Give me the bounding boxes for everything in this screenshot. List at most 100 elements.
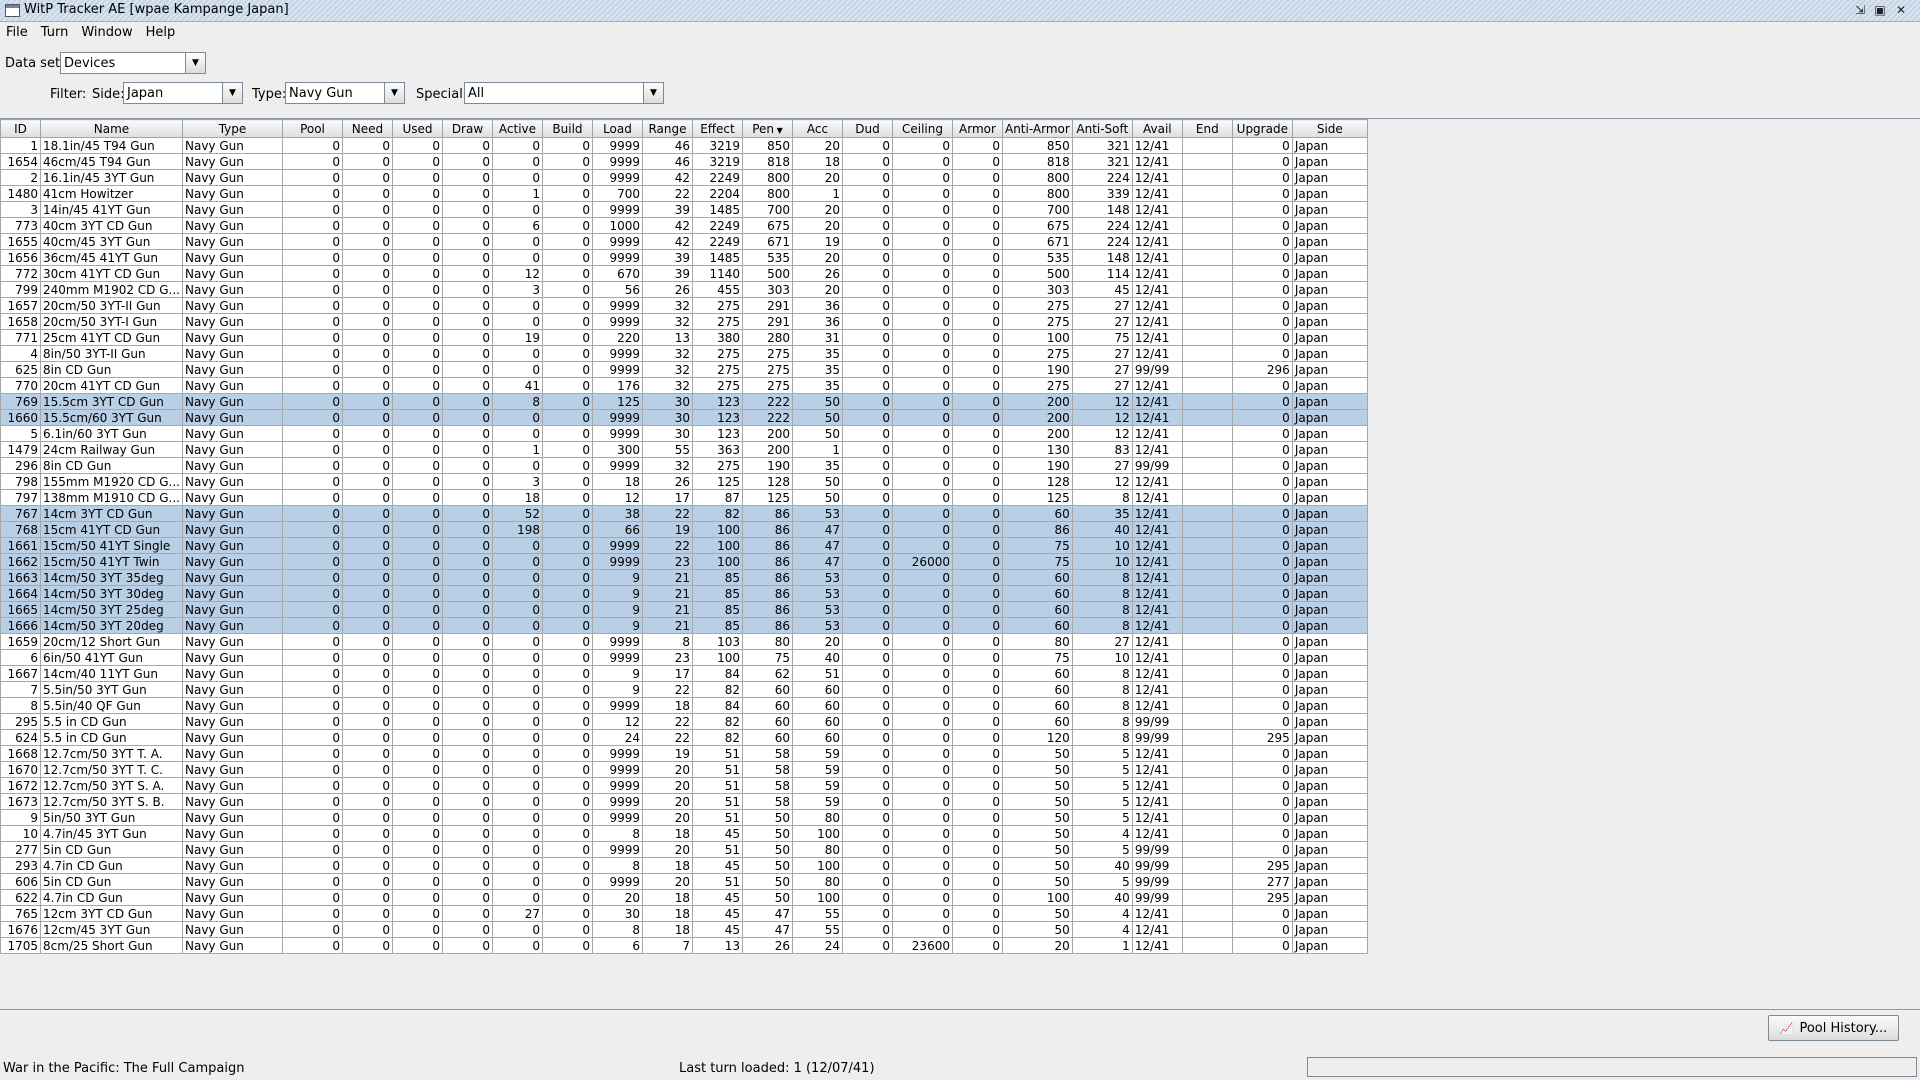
table-cell: 0 — [891, 137, 953, 154]
chevron-down-icon[interactable]: ▼ — [222, 83, 242, 103]
table-row[interactable]: 798 155mm M1920 CD G... Navy Gun 0 0 0 0 3 0 18 26… — [0, 473, 1368, 490]
column-header-avail[interactable]: Avail — [1131, 119, 1183, 138]
table-row[interactable]: 622 4.7in CD Gun Navy Gun 0 0 0 0 0 0 20 18 45 50 100… — [0, 889, 1368, 906]
column-header-used[interactable]: Used — [391, 119, 443, 138]
table-row[interactable]: 4 8in/50 3YT-II Gun Navy Gun 0 0 0 0 0 0 9999 32 27… — [0, 345, 1368, 362]
table-row[interactable]: 5 6.1in/60 3YT Gun Navy Gun 0 0 0 0 0 0 9999 30 123… — [0, 425, 1368, 442]
table-row[interactable]: 799 240mm M1902 CD G... Navy Gun 0 0 0 0 3 0 56 26… — [0, 281, 1368, 298]
column-header-need[interactable]: Need — [341, 119, 393, 138]
table-row[interactable]: 624 5.5 in CD Gun Navy Gun 0 0 0 0 0 0 24 22 82 60 60… — [0, 729, 1368, 746]
table-row[interactable]: 296 8in CD Gun Navy Gun 0 0 0 0 0 0 9999 32 275 190 3… — [0, 457, 1368, 474]
table-cell: 0 — [841, 857, 893, 874]
column-header-end[interactable]: End — [1181, 119, 1233, 138]
table-cell: 0 — [441, 185, 493, 202]
column-header-anti-soft[interactable]: Anti-Soft — [1071, 119, 1133, 138]
table-row[interactable]: 1663 14cm/50 3YT 35deg Navy Gun 0 0 0 0 0 0 9 21 85… — [0, 569, 1368, 586]
table-row[interactable]: 1660 15.5cm/60 3YT Gun Navy Gun 0 0 0 0 0 0 9999 3… — [0, 409, 1368, 426]
table-row[interactable]: 3 14in/45 41YT Gun Navy Gun 0 0 0 0 0 0 9999 39 148… — [0, 201, 1368, 218]
table-row[interactable]: 767 14cm 3YT CD Gun Navy Gun 0 0 0 0 52 0 38 22 82 8… — [0, 505, 1368, 522]
table-row[interactable]: 8 5.5in/40 QF Gun Navy Gun 0 0 0 0 0 0 9999 18 84 60… — [0, 697, 1368, 714]
table-row[interactable]: 1661 15cm/50 41YT Single Navy Gun 0 0 0 0 0 0 999… — [0, 537, 1368, 554]
table-row[interactable]: 1672 12.7cm/50 3YT S. A. Navy Gun 0 0 0 0 0 0 999… — [0, 777, 1368, 794]
table-row[interactable]: 625 8in CD Gun Navy Gun 0 0 0 0 0 0 9999 32 275 275 3… — [0, 361, 1368, 378]
column-header-pen[interactable]: Pen ▼ — [741, 119, 793, 138]
chevron-down-icon[interactable]: ▼ — [384, 83, 404, 103]
type-select[interactable]: Navy Gun ▼ — [285, 82, 405, 104]
table-row[interactable]: 277 5in CD Gun Navy Gun 0 0 0 0 0 0 9999 20 51 50 80 0… — [0, 841, 1368, 858]
special-select[interactable]: All ▼ — [464, 82, 664, 104]
table-row[interactable]: 797 138mm M1910 CD G... Navy Gun 0 0 0 0 18 0 12 1… — [0, 489, 1368, 506]
table-cell: 8 — [1071, 617, 1133, 634]
chevron-down-icon[interactable]: ▼ — [185, 53, 205, 73]
column-header-armor[interactable]: Armor — [951, 119, 1003, 138]
column-header-build[interactable]: Build — [541, 119, 593, 138]
table-row[interactable]: 1673 12.7cm/50 3YT S. B. Navy Gun 0 0 0 0 0 0 999… — [0, 793, 1368, 810]
column-header-dud[interactable]: Dud — [841, 119, 893, 138]
table-cell: 0 — [341, 393, 393, 410]
table-row[interactable]: 2 16.1in/45 3YT Gun Navy Gun 0 0 0 0 0 0 9999 42 22… — [0, 169, 1368, 186]
table-cell: 0 — [341, 937, 393, 954]
table-row[interactable]: 772 30cm 41YT CD Gun Navy Gun 0 0 0 0 12 0 670 39 1… — [0, 265, 1368, 282]
column-header-load[interactable]: Load — [591, 119, 643, 138]
column-header-acc[interactable]: Acc — [791, 119, 843, 138]
table-row[interactable]: 295 5.5 in CD Gun Navy Gun 0 0 0 0 0 0 12 22 82 60 60… — [0, 713, 1368, 730]
column-header-side[interactable]: Side — [1291, 119, 1368, 138]
devices-table-panel[interactable]: ID Name Type Pool Need Used Draw Active Build Loa… — [0, 118, 1920, 1010]
table-row[interactable]: 293 4.7in CD Gun Navy Gun 0 0 0 0 0 0 8 18 45 50 100 0… — [0, 857, 1368, 874]
menu-window[interactable]: Window — [75, 22, 139, 44]
column-header-ceiling[interactable]: Ceiling — [891, 119, 953, 138]
table-cell: 0 — [541, 633, 593, 650]
side-select[interactable]: Japan ▼ — [123, 82, 243, 104]
table-row[interactable]: 10 4.7in/45 3YT Gun Navy Gun 0 0 0 0 0 0 8 18 45 50 1… — [0, 825, 1368, 842]
table-row[interactable]: 769 15.5cm 3YT CD Gun Navy Gun 0 0 0 0 8 0 125 30 1… — [0, 393, 1368, 410]
table-row[interactable]: 1705 8cm/25 Short Gun Navy Gun 0 0 0 0 0 0 6 7 13 26… — [0, 937, 1368, 954]
table-row[interactable]: 1665 14cm/50 3YT 25deg Navy Gun 0 0 0 0 0 0 9 21 85… — [0, 601, 1368, 618]
table-row[interactable]: 1658 20cm/50 3YT-I Gun Navy Gun 0 0 0 0 0 0 9999 3… — [0, 313, 1368, 330]
table-row[interactable]: 1479 24cm Railway Gun Navy Gun 0 0 0 0 1 0 300 55 3… — [0, 441, 1368, 458]
table-row[interactable]: 768 15cm 41YT CD Gun Navy Gun 0 0 0 0 198 0 66 19 1… — [0, 521, 1368, 538]
menu-help[interactable]: Help — [140, 22, 183, 44]
table-row[interactable]: 606 5in CD Gun Navy Gun 0 0 0 0 0 0 9999 20 51 50 80 0… — [0, 873, 1368, 890]
maximize-icon[interactable]: ▣ — [1872, 2, 1888, 18]
menu-file[interactable]: File — [0, 22, 35, 44]
chevron-down-icon[interactable]: ▼ — [643, 83, 663, 103]
dataset-select[interactable]: Devices ▼ — [60, 52, 206, 74]
table-row[interactable]: 1657 20cm/50 3YT-II Gun Navy Gun 0 0 0 0 0 0 9999… — [0, 297, 1368, 314]
column-header-id[interactable]: ID — [0, 119, 41, 138]
table-row[interactable]: 1 18.1in/45 T94 Gun Navy Gun 0 0 0 0 0 0 9999 46 32… — [0, 137, 1368, 154]
column-header-upgrade[interactable]: Upgrade — [1231, 119, 1293, 138]
table-row[interactable]: 770 20cm 41YT CD Gun Navy Gun 0 0 0 0 41 0 176 32 2… — [0, 377, 1368, 394]
table-row[interactable]: 765 12cm 3YT CD Gun Navy Gun 0 0 0 0 27 0 30 18 45 4… — [0, 905, 1368, 922]
column-header-anti-armor[interactable]: Anti-Armor — [1001, 119, 1073, 138]
menu-turn[interactable]: Turn — [35, 22, 76, 44]
column-header-active[interactable]: Active — [491, 119, 543, 138]
column-header-effect[interactable]: Effect — [691, 119, 743, 138]
table-row[interactable]: 1480 41cm Howitzer Navy Gun 0 0 0 0 1 0 700 22 2204… — [0, 185, 1368, 202]
table-row[interactable]: 1664 14cm/50 3YT 30deg Navy Gun 0 0 0 0 0 0 9 21 85… — [0, 585, 1368, 602]
column-header-range[interactable]: Range — [641, 119, 693, 138]
column-header-draw[interactable]: Draw — [441, 119, 493, 138]
table-row[interactable]: 1659 20cm/12 Short Gun Navy Gun 0 0 0 0 0 0 9999 8… — [0, 633, 1368, 650]
table-row[interactable]: 1662 15cm/50 41YT Twin Navy Gun 0 0 0 0 0 0 9999 2… — [0, 553, 1368, 570]
restore-icon[interactable]: ⇲ — [1852, 2, 1868, 18]
table-row[interactable]: 1670 12.7cm/50 3YT T. C. Navy Gun 0 0 0 0 0 0 999… — [0, 761, 1368, 778]
table-row[interactable]: 7 5.5in/50 3YT Gun Navy Gun 0 0 0 0 0 0 9 22 82 60 60… — [0, 681, 1368, 698]
table-row[interactable]: 1676 12cm/45 3YT Gun Navy Gun 0 0 0 0 0 0 8 18 45 47… — [0, 921, 1368, 938]
table-row[interactable]: 6 6in/50 41YT Gun Navy Gun 0 0 0 0 0 0 9999 23 100 7… — [0, 649, 1368, 666]
pool-history-button[interactable]: 📈 Pool History... — [1768, 1015, 1899, 1041]
column-header-pool[interactable]: Pool — [281, 119, 343, 138]
table-row[interactable]: 9 5in/50 3YT Gun Navy Gun 0 0 0 0 0 0 9999 20 51 50 8… — [0, 809, 1368, 826]
table-row[interactable]: 773 40cm 3YT CD Gun Navy Gun 0 0 0 0 6 0 1000 42 22… — [0, 217, 1368, 234]
table-row[interactable]: 1667 14cm/40 11YT Gun Navy Gun 0 0 0 0 0 0 9 17 84 6… — [0, 665, 1368, 682]
column-header-name[interactable]: Name — [40, 119, 183, 138]
table-row[interactable]: 1668 12.7cm/50 3YT T. A. Navy Gun 0 0 0 0 0 0 999… — [0, 745, 1368, 762]
table-row[interactable]: 771 25cm 41YT CD Gun Navy Gun 0 0 0 0 19 0 220 13 3… — [0, 329, 1368, 346]
table-row[interactable]: 1654 46cm/45 T94 Gun Navy Gun 0 0 0 0 0 0 9999 46 3… — [0, 153, 1368, 170]
close-icon[interactable]: ✕ — [1893, 2, 1909, 18]
table-row[interactable]: 1656 36cm/45 41YT Gun Navy Gun 0 0 0 0 0 0 9999 39… — [0, 249, 1368, 266]
column-header-type[interactable]: Type — [181, 119, 283, 138]
table-cell: Navy Gun — [181, 457, 283, 474]
table-row[interactable]: 1666 14cm/50 3YT 20deg Navy Gun 0 0 0 0 0 0 9 21 85… — [0, 617, 1368, 634]
table-row[interactable]: 1655 40cm/45 3YT Gun Navy Gun 0 0 0 0 0 0 9999 42 2… — [0, 233, 1368, 250]
table-cell: 0 — [891, 345, 953, 362]
